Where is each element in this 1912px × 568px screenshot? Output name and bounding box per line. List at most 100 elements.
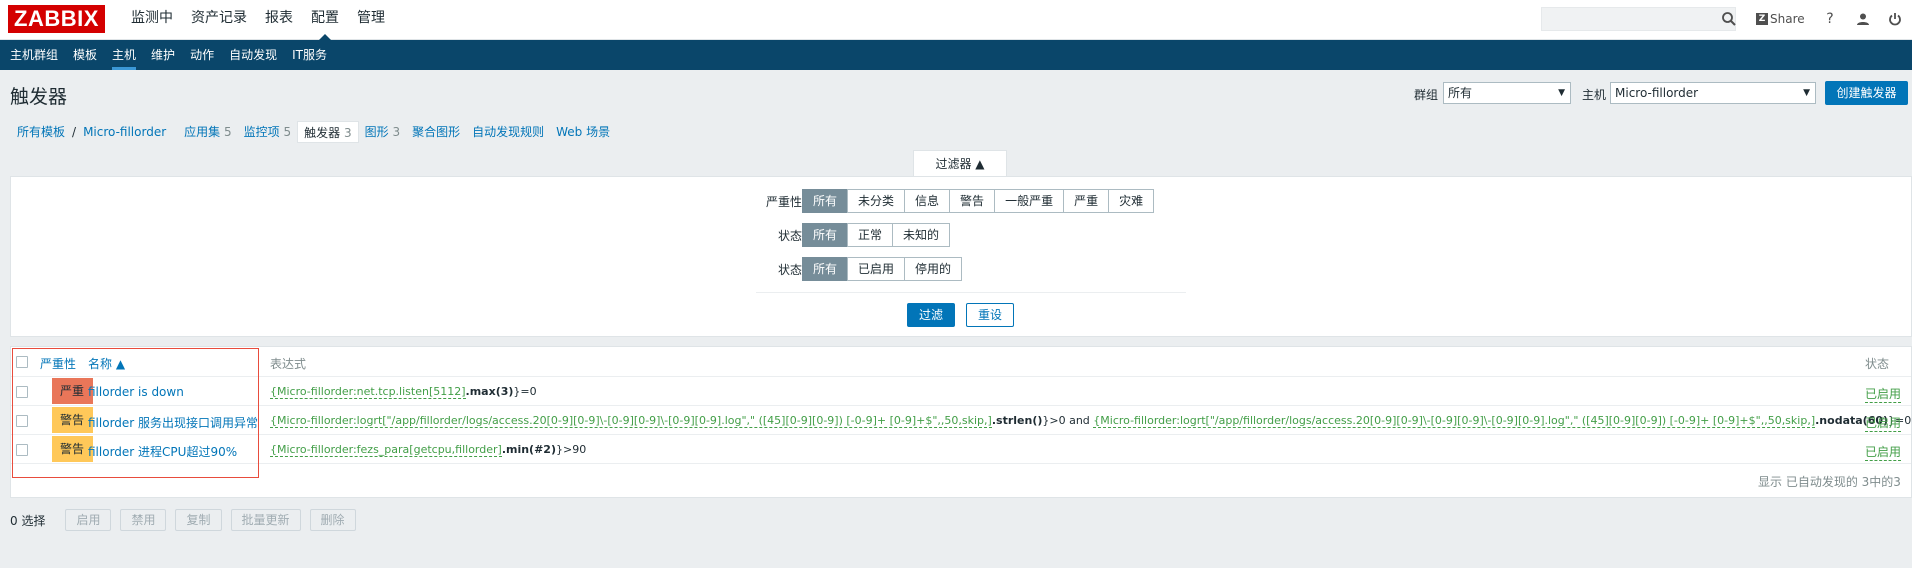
menu-configuration[interactable]: 配置 — [302, 0, 348, 41]
expression-function: .strlen() — [991, 414, 1043, 427]
expression-operator: }>0 and — [1042, 414, 1094, 427]
submenu-maintenance[interactable]: 维护 — [141, 40, 180, 70]
tab-graphs[interactable]: 图形 3 — [359, 121, 406, 143]
severity-option-average[interactable]: 一般严重 — [994, 189, 1065, 213]
severity-option-all[interactable]: 所有 — [802, 189, 849, 213]
tab-items[interactable]: 监控项 5 — [238, 121, 297, 143]
expression-operator: }=0 — [513, 385, 537, 398]
table-divider — [11, 434, 1911, 435]
filter-panel: 严重性 所有 未分类 信息 警告 一般严重 严重 灾难 状态 所有 正常 未知的… — [10, 176, 1912, 337]
trigger-expression: {Micro-fillorder:net.tcp.listen[5112].ma… — [270, 385, 537, 399]
copy-button[interactable]: 复制 — [175, 509, 222, 531]
share-link[interactable]: Z Share — [1756, 9, 1805, 29]
submenu-templates[interactable]: 模板 — [63, 40, 102, 70]
host-label: 主机 — [1582, 88, 1607, 102]
status-option-disabled[interactable]: 停用的 — [904, 257, 963, 281]
menu-reports[interactable]: 报表 — [256, 0, 302, 40]
triggers-table: 严重性 名称 ▲ 表达式 状态 严重 fillorder is down {Mi… — [10, 346, 1912, 498]
expression-function: .max(3) — [465, 385, 514, 398]
state-filter: 所有 正常 未知的 — [802, 223, 951, 247]
expression-item-link[interactable]: {Micro-fillorder:logrt["/app/fillorder/l… — [1093, 414, 1816, 428]
menu-inventory[interactable]: 资产记录 — [182, 0, 256, 40]
disable-button[interactable]: 禁用 — [120, 509, 167, 531]
severity-filter: 所有 未分类 信息 警告 一般严重 严重 灾难 — [802, 189, 1155, 213]
expression-item-link[interactable]: {Micro-fillorder:net.tcp.listen[5112] — [270, 385, 466, 399]
status-toggle-link[interactable]: 已启用 — [1865, 385, 1902, 403]
top-navigation-bar: ZABBIX 监测中 资产记录 报表 配置 管理 Z Share ? — [0, 0, 1912, 41]
severity-option-disaster[interactable]: 灾难 — [1108, 189, 1155, 213]
tab-web-scenarios[interactable]: Web 场景 — [550, 121, 616, 143]
submenu-discovery[interactable]: 自动发现 — [219, 40, 282, 70]
filter-divider — [756, 292, 1186, 293]
status-option-enabled[interactable]: 已启用 — [847, 257, 906, 281]
tab-screens[interactable]: 聚合图形 — [406, 121, 466, 143]
expression-item-link[interactable]: {Micro-fillorder:fezs_para[getcpu,fillor… — [270, 443, 502, 457]
state-option-normal[interactable]: 正常 — [847, 223, 894, 247]
tab-applications[interactable]: 应用集 5 — [178, 121, 237, 143]
expression-function: .min(#2) — [501, 443, 556, 456]
severity-option-information[interactable]: 信息 — [904, 189, 951, 213]
status-toggle-link[interactable]: 已启用 — [1865, 414, 1902, 432]
user-profile-icon[interactable] — [1853, 9, 1873, 29]
filter-reset-button[interactable]: 重设 — [966, 303, 1014, 327]
expression-column-header: 表达式 — [270, 357, 307, 371]
expression-item-link[interactable]: {Micro-fillorder:logrt["/app/fillorder/l… — [270, 414, 992, 428]
enable-button[interactable]: 启用 — [65, 509, 112, 531]
sign-out-icon[interactable] — [1885, 9, 1905, 29]
menu-administration[interactable]: 管理 — [348, 0, 394, 40]
submenu-host-groups[interactable]: 主机群组 — [0, 40, 63, 70]
status-filter: 所有 已启用 停用的 — [802, 257, 963, 281]
table-divider — [11, 376, 1911, 377]
tab-discovery-rules[interactable]: 自动发现规则 — [466, 121, 550, 143]
severity-filter-label: 严重性 — [765, 195, 802, 209]
breadcrumb-all-templates[interactable]: 所有模板 — [11, 121, 71, 143]
share-z-icon: Z — [1756, 13, 1768, 25]
delete-button[interactable]: 删除 — [309, 509, 356, 531]
create-trigger-button[interactable]: 创建触发器 — [1825, 81, 1908, 105]
status-option-all[interactable]: 所有 — [802, 257, 849, 281]
group-select[interactable]: 所有 ▼ — [1443, 82, 1571, 104]
sub-navigation-bar: 主机群组 模板 主机 维护 动作 自动发现 IT服务 — [0, 40, 1912, 70]
state-filter-label: 状态 — [777, 229, 802, 243]
status-filter-label: 状态 — [777, 263, 802, 277]
search-icon[interactable] — [1720, 10, 1738, 28]
expression-operator: }>90 — [555, 443, 587, 456]
group-label: 群组 — [1414, 88, 1439, 102]
mass-update-button[interactable]: 批量更新 — [230, 509, 301, 531]
zabbix-logo[interactable]: ZABBIX — [8, 5, 105, 33]
search-input[interactable] — [1541, 7, 1736, 31]
breadcrumb: 所有模板 / Micro-fillorder 应用集 5 监控项 5 触发器 3… — [11, 121, 616, 143]
table-footer-count: 显示 已自动发现的 3中的3 — [1758, 475, 1901, 489]
tab-triggers[interactable]: 触发器 3 — [297, 121, 359, 143]
help-icon[interactable]: ? — [1820, 9, 1840, 29]
submenu-it-services[interactable]: IT服务 — [282, 40, 332, 70]
host-select[interactable]: Micro-fillorder ▼ — [1610, 82, 1816, 104]
trigger-expression: {Micro-fillorder:logrt["/app/fillorder/l… — [270, 414, 1911, 428]
severity-option-high[interactable]: 严重 — [1063, 189, 1110, 213]
table-divider — [11, 405, 1911, 406]
menu-monitoring[interactable]: 监测中 — [122, 0, 182, 40]
state-option-all[interactable]: 所有 — [802, 223, 849, 247]
state-option-unknown[interactable]: 未知的 — [892, 223, 951, 247]
group-select-value: 所有 — [1448, 86, 1473, 100]
chevron-down-icon: ▼ — [1558, 88, 1565, 98]
breadcrumb-host[interactable]: Micro-fillorder — [77, 121, 172, 143]
host-select-value: Micro-fillorder — [1615, 86, 1699, 100]
severity-option-not-classified[interactable]: 未分类 — [847, 189, 906, 213]
share-label: Share — [1770, 12, 1805, 26]
filter-toggle-tab[interactable]: 过滤器 ▲ — [913, 150, 1007, 177]
mass-action-bar: 0 选择 启用 禁用 复制 批量更新 删除 — [10, 508, 365, 532]
main-menu: 监测中 资产记录 报表 配置 管理 — [122, 0, 394, 41]
highlight-annotation-box — [12, 348, 259, 478]
table-divider — [11, 463, 1911, 464]
status-toggle-link[interactable]: 已启用 — [1865, 443, 1902, 461]
status-column-header: 状态 — [1865, 357, 1890, 371]
selected-count: 0 选择 — [10, 513, 46, 528]
submenu-hosts[interactable]: 主机 — [102, 40, 141, 70]
submenu-actions[interactable]: 动作 — [180, 40, 219, 70]
severity-option-warning[interactable]: 警告 — [949, 189, 996, 213]
filter-apply-button[interactable]: 过滤 — [907, 303, 955, 327]
trigger-expression: {Micro-fillorder:fezs_para[getcpu,fillor… — [270, 443, 587, 457]
chevron-down-icon: ▼ — [1803, 88, 1810, 98]
page-title: 触发器 — [10, 86, 68, 108]
